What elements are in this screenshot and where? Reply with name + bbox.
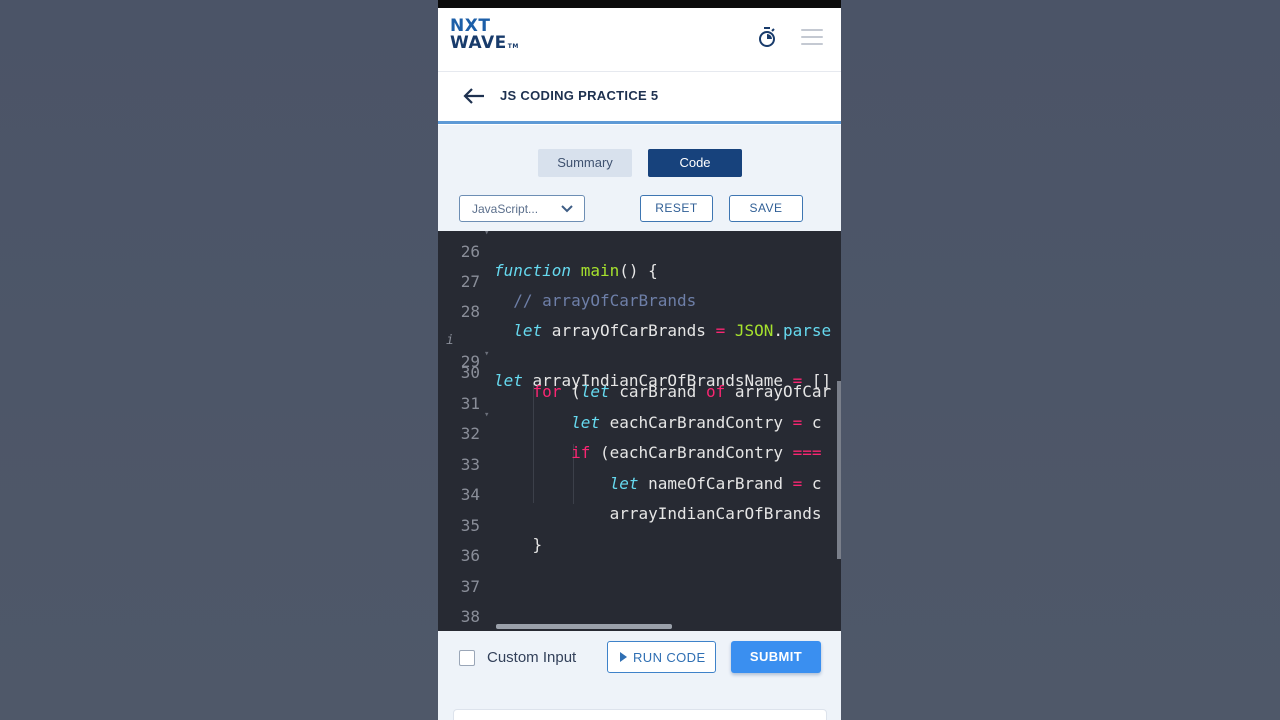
chevron-down-icon: [561, 205, 573, 213]
code-editor[interactable]: 26 ▾ function main() { 27 // arrayOfCarBr…: [438, 231, 841, 631]
language-select-value: JavaScript...: [472, 202, 539, 216]
page-title-bar: JS CODING PRACTICE 5: [438, 72, 841, 124]
vertical-scrollbar[interactable]: [837, 381, 841, 559]
page-title: JS CODING PRACTICE 5: [500, 88, 659, 103]
code-line: 33 let nameOfCarBrand = c: [460, 455, 822, 493]
code-line: 38: [460, 607, 480, 626]
back-arrow-icon[interactable]: [462, 86, 486, 106]
editor-controls: Summary Code JavaScript... RESET SAVE: [438, 125, 841, 231]
bottom-card: [453, 709, 827, 720]
status-bar: [438, 0, 841, 8]
code-line: 32 ▾ if (eachCarBrandContry ===: [460, 410, 822, 462]
tab-code[interactable]: Code: [648, 149, 742, 177]
code-line: 35 }: [460, 516, 543, 554]
nxtwave-logo[interactable]: NXT WAVETM: [450, 18, 519, 52]
code-line: 36: [460, 546, 480, 565]
save-button[interactable]: SAVE: [729, 195, 803, 222]
language-select[interactable]: JavaScript...: [459, 195, 585, 222]
hamburger-menu-icon[interactable]: [801, 29, 823, 45]
custom-input-checkbox[interactable]: [459, 650, 475, 666]
mobile-app-frame: NXT WAVETM JS CODING PRACTICE 5 Summary …: [438, 0, 841, 720]
logo-line-2: WAVETM: [450, 33, 519, 53]
code-line: i 29 let arrayIndianCarOfBrandsName = []: [446, 333, 832, 390]
code-line: 27 // arrayOfCarBrands: [460, 272, 697, 310]
custom-input-label: Custom Input: [487, 649, 577, 666]
code-line: 30 ▾ for (let carBrand of arrayOfCar: [460, 349, 832, 401]
play-icon: [620, 652, 627, 662]
left-backdrop: [0, 0, 438, 720]
code-line: 37: [460, 577, 480, 596]
code-line: 34 arrayIndianCarOfBrands: [460, 485, 822, 523]
right-backdrop: [841, 0, 1280, 720]
code-line: 28 let arrayOfCarBrands = JSON.parse: [460, 302, 832, 340]
run-code-button[interactable]: RUN CODE: [607, 641, 716, 673]
horizontal-scrollbar[interactable]: [496, 624, 672, 629]
submit-button[interactable]: SUBMIT: [731, 641, 821, 673]
reset-button[interactable]: RESET: [640, 195, 713, 222]
code-line: 26 ▾ function main() {: [460, 231, 658, 280]
timer-icon[interactable]: [757, 26, 777, 48]
code-line: 31 let eachCarBrandContry = c: [460, 394, 822, 432]
run-code-label: RUN CODE: [633, 650, 706, 665]
top-navbar: NXT WAVETM: [438, 8, 841, 72]
bottom-action-bar: Custom Input RUN CODE SUBMIT: [438, 631, 841, 720]
tab-summary[interactable]: Summary: [538, 149, 632, 177]
